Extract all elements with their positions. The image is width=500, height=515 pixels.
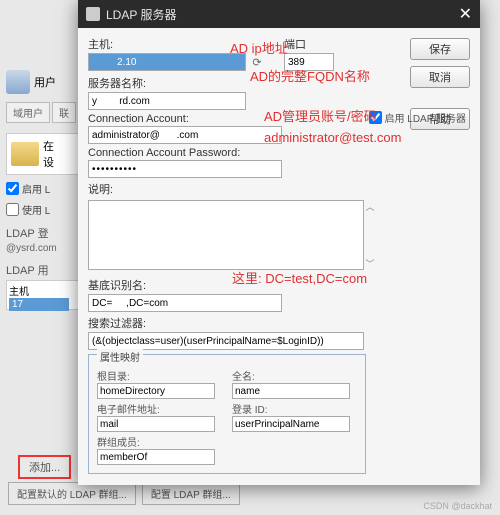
dialog-body: 主机: ⟳ 端口 服务器名称: Connection Account: Conn… (78, 28, 480, 485)
bg-config-buttons: 配置默认的 LDAP 群组... 配置 LDAP 群组... (8, 482, 240, 505)
form-area: 主机: ⟳ 端口 服务器名称: Connection Account: Conn… (88, 36, 378, 474)
tab-other[interactable]: 联 (52, 102, 76, 123)
base-dn-label: 基底识别名: (88, 277, 378, 293)
attr-map-title: 属性映射 (97, 349, 143, 364)
save-button[interactable]: 保存 (410, 38, 470, 60)
login-id-input[interactable] (232, 416, 350, 432)
user-label: 用户 (34, 74, 56, 90)
tab-domain-users[interactable]: 域用户 (6, 102, 50, 123)
cfg-default-group-button[interactable]: 配置默认的 LDAP 群组... (8, 482, 136, 505)
conn-pass-label: Connection Account Password: (88, 147, 378, 159)
close-icon[interactable]: ✕ (459, 4, 472, 24)
add-button[interactable]: 添加... (18, 455, 71, 479)
cfg-group-button[interactable]: 配置 LDAP 群组... (142, 482, 240, 505)
textarea-scroll-hints: ︿ ﹀ (364, 200, 376, 270)
chk-use-l-input[interactable] (6, 203, 19, 216)
dialog-title: LDAP 服务器 (106, 6, 176, 23)
cancel-button[interactable]: 取消 (410, 66, 470, 88)
bg-table: 主机 17 (6, 280, 86, 310)
user-heading: 用户 (6, 70, 86, 94)
dialog-titlebar: LDAP 服务器 ✕ (78, 0, 480, 28)
enable-ldap-server-input[interactable] (369, 111, 382, 124)
ldap-table-label: LDAP 用 (6, 262, 86, 278)
search-filter-label: 搜索过滤器: (88, 315, 378, 331)
full-name-input[interactable] (232, 383, 350, 399)
user-icon (6, 70, 30, 94)
folder-icon (11, 142, 39, 166)
root-dir-input[interactable] (97, 383, 215, 399)
server-name-label: 服务器名称: (88, 75, 378, 91)
host-label: 主机: (88, 36, 264, 52)
login-id-label: 登录 ID: (232, 401, 357, 416)
email-label: 电子邮件地址: (97, 401, 222, 416)
group-member-input[interactable] (97, 449, 215, 465)
scroll-down-icon[interactable]: ﹀ (365, 257, 374, 270)
base-dn-input[interactable] (88, 294, 282, 312)
at-domain: @ysrd.com (6, 243, 86, 254)
dialog-icon (86, 7, 100, 21)
bg-tabs: 域用户 联 (6, 102, 86, 123)
conn-acct-label: Connection Account: (88, 113, 378, 125)
desc-textarea[interactable] (88, 200, 364, 270)
refresh-icon[interactable]: ⟳ (250, 55, 264, 69)
bg-panel: 在 设 (6, 133, 86, 175)
port-label: 端口 (284, 36, 334, 52)
chk-enable-l-input[interactable] (6, 182, 19, 195)
conn-acct-input[interactable] (88, 126, 282, 144)
table-row[interactable]: 17 (9, 298, 69, 311)
col-host: 主机 (9, 283, 83, 298)
chk-enable-l[interactable]: 启用 L (6, 181, 86, 196)
server-name-input[interactable] (88, 92, 246, 110)
ldap-login-label: LDAP 登 (6, 225, 86, 241)
watermark: CSDN @dackhat (423, 501, 492, 511)
email-input[interactable] (97, 416, 215, 432)
group-member-label: 群组成员: (97, 434, 222, 449)
ldap-server-dialog: LDAP 服务器 ✕ 主机: ⟳ 端口 服务器名称: Connectio (78, 0, 480, 485)
port-input[interactable] (284, 53, 334, 71)
host-input[interactable] (88, 53, 246, 71)
folder-line1: 在 (43, 138, 54, 154)
search-filter-input[interactable] (88, 332, 364, 350)
folder-line2: 设 (43, 154, 54, 170)
scroll-up-icon[interactable]: ︿ (365, 200, 374, 213)
background-sidebar: 用户 域用户 联 在 设 启用 L 使用 L LDAP 登 @ysrd.com … (6, 70, 86, 310)
attr-map-fieldset: 属性映射 根目录: 全名: 电子邮件地址: 登录 ID (88, 354, 366, 474)
enable-ldap-server-checkbox[interactable]: 启用 LDAP 服务器 (369, 110, 467, 125)
desc-label: 说明: (88, 181, 118, 197)
root-dir-label: 根目录: (97, 368, 222, 383)
chk-use-l[interactable]: 使用 L (6, 202, 86, 217)
conn-pass-input[interactable] (88, 160, 282, 178)
full-name-label: 全名: (232, 368, 357, 383)
